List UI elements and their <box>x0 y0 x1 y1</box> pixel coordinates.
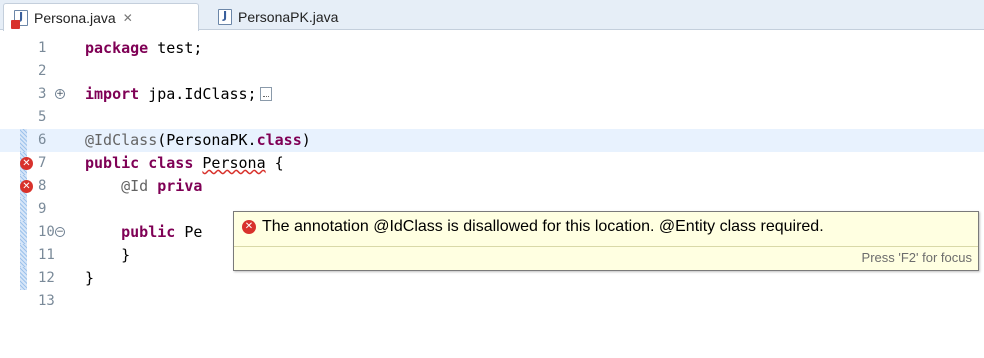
tab-label: PersonaPK.java <box>238 8 339 25</box>
code-text: @IdClass(PersonaPK.class) <box>85 131 311 149</box>
line-number: 12 <box>38 270 55 286</box>
line-number: 13 <box>38 293 55 309</box>
error-marker-icon[interactable]: ✕ <box>20 157 33 170</box>
code-text: import jpa.IdClass; <box>85 83 272 106</box>
change-ruler-mark <box>20 198 27 221</box>
code-line[interactable]: 5 <box>0 106 984 129</box>
line-number: 11 <box>38 247 55 263</box>
line-number: 7 <box>38 155 47 171</box>
code-line[interactable]: ✕ 7 public class Persona { <box>0 152 984 175</box>
code-line[interactable]: 6 @IdClass(PersonaPK.class) <box>0 129 984 152</box>
line-number: 5 <box>38 109 47 125</box>
divider <box>234 246 978 247</box>
code-text: @Id priva <box>121 177 203 195</box>
error-hover-popup[interactable]: ✕ The annotation @IdClass is disallowed … <box>233 211 979 271</box>
change-ruler-mark <box>20 221 27 244</box>
close-icon[interactable]: ✕ <box>123 11 133 25</box>
collapse-fold-icon[interactable]: − <box>55 227 65 237</box>
tab-personapk-java[interactable]: J PersonaPK.java <box>210 3 380 30</box>
java-file-error-icon: J <box>11 9 28 29</box>
code-line[interactable]: 13 <box>0 290 984 313</box>
code-text: public class Persona { <box>85 154 284 172</box>
error-message: The annotation @IdClass is disallowed fo… <box>262 218 824 235</box>
change-ruler-mark <box>20 129 27 152</box>
code-line[interactable]: 1 package test; <box>0 37 984 60</box>
line-number: 2 <box>38 63 47 79</box>
error-icon: ✕ <box>242 220 256 234</box>
expand-fold-icon[interactable]: + <box>55 89 65 99</box>
line-number: 8 <box>38 178 47 194</box>
code-line[interactable]: 2 <box>0 60 984 83</box>
tab-label: Persona.java <box>34 9 116 26</box>
focus-hint: Press 'F2' for focus <box>861 250 972 265</box>
tab-persona-java[interactable]: J Persona.java ✕ <box>3 3 199 31</box>
change-ruler-mark <box>20 244 27 267</box>
line-number: 9 <box>38 201 47 217</box>
line-number: 6 <box>38 132 47 148</box>
code-text: } <box>85 269 95 287</box>
code-text: public Pe <box>121 223 203 241</box>
collapsed-region-icon[interactable] <box>259 87 272 101</box>
error-marker-icon[interactable]: ✕ <box>20 180 33 193</box>
line-number: 1 <box>38 40 47 56</box>
code-line[interactable]: 3 + import jpa.IdClass; <box>0 83 984 106</box>
code-text: } <box>85 246 131 264</box>
java-file-icon: J <box>218 8 232 25</box>
change-ruler-mark <box>20 267 27 290</box>
code-line[interactable]: ✕ 8 @Id priva <box>0 175 984 198</box>
code-text: package test; <box>85 39 203 57</box>
code-editor[interactable]: 1 package test; 2 3 + import jpa.IdClass; 5 6 @I… <box>0 30 984 358</box>
editor-tab-bar: J Persona.java ✕ J PersonaPK.java <box>0 0 984 31</box>
